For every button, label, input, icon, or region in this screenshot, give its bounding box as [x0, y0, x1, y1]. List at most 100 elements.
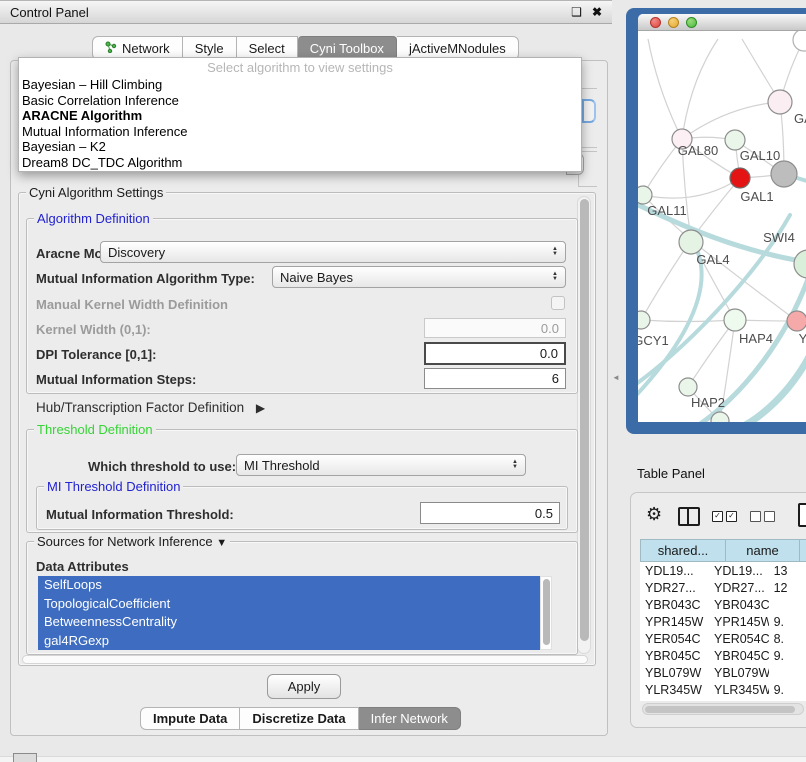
list-scrollbar-track[interactable] — [540, 576, 552, 650]
mi-algorithm-type-combobox[interactable]: Naive Bayes ▲▼ — [272, 266, 566, 288]
sources-group-title[interactable]: Sources for Network Inference ▼ — [34, 534, 230, 549]
stepper-arrows-icon: ▲▼ — [552, 247, 558, 257]
table-row[interactable]: YPR145WYPR145W9. — [640, 613, 806, 630]
cell: YDL19... — [640, 564, 709, 578]
network-node-gal1[interactable] — [730, 168, 750, 188]
dropdown-item[interactable]: Bayesian – Hill Climbing — [22, 77, 578, 93]
dropdown-item[interactable]: Dream8 DC_TDC Algorithm — [22, 155, 578, 171]
cell: 13 — [769, 564, 806, 578]
cell: YIL053C — [640, 700, 709, 702]
select-all-checkboxes-icon[interactable]: ✓✓ — [712, 511, 737, 522]
bottom-left-panel-button[interactable] — [13, 753, 37, 762]
apply-button[interactable]: Apply — [267, 674, 341, 699]
list-item[interactable]: SelfLoops — [38, 576, 540, 595]
node-label: GAL80 — [678, 143, 718, 158]
maximize-traffic-light[interactable] — [686, 17, 697, 28]
column-header-shared-name[interactable]: shared... — [640, 539, 726, 562]
network-node-salmon[interactable] — [787, 311, 806, 331]
cell: YBR043C — [709, 598, 769, 612]
dropdown-item-selected[interactable]: ARACNE Algorithm — [22, 108, 578, 124]
network-node-swi4[interactable] — [794, 250, 806, 278]
node-label: HAP2 — [691, 395, 725, 410]
table-panel-title: Table Panel — [637, 466, 705, 481]
sources-title-text: Sources for Network Inference — [37, 534, 213, 549]
close-traffic-light[interactable] — [650, 17, 661, 28]
column-header-name[interactable]: name — [726, 539, 800, 562]
cell: YBL079W — [709, 666, 769, 680]
which-threshold-combobox[interactable]: MI Threshold ▲▼ — [236, 454, 526, 476]
application-root: Control Panel ❑ ✖ Network Style Select — [0, 0, 806, 762]
deselect-all-checkboxes-icon[interactable] — [750, 511, 775, 522]
table-row[interactable]: YBR045CYBR045C9. — [640, 647, 806, 664]
cell: 9. — [769, 615, 806, 629]
network-node-gal4[interactable] — [679, 230, 703, 254]
list-scrollbar-thumb[interactable] — [543, 579, 550, 645]
network-window-titlebar[interactable] — [638, 14, 806, 31]
table-row[interactable]: YDL19...YDL19...13 — [640, 562, 806, 579]
table-hscrollbar-track[interactable] — [642, 703, 804, 715]
tab-label: Impute Data — [153, 711, 227, 726]
tab-discretize-data[interactable]: Discretize Data — [240, 707, 358, 730]
table-row[interactable]: YDR27...YDR27...12 — [640, 579, 806, 596]
cell: YER054C — [640, 632, 709, 646]
mi-steps-field[interactable]: 6 — [424, 368, 566, 389]
gear-icon[interactable]: ⚙ — [646, 504, 662, 525]
page-icon[interactable] — [798, 503, 806, 527]
aracne-mode-combobox[interactable]: Discovery ▲▼ — [100, 241, 566, 263]
table-row[interactable]: YBR043CYBR043C — [640, 596, 806, 613]
network-node-gcy1[interactable] — [638, 311, 650, 329]
dropdown-item[interactable]: Mutual Information Inference — [22, 124, 578, 140]
list-item[interactable]: BetweennessCentrality — [38, 613, 540, 632]
cell: YPR145W — [640, 615, 709, 629]
network-node-gal10[interactable] — [725, 130, 745, 150]
node-label: GAL1 — [740, 189, 773, 204]
float-window-icon[interactable]: ❑ — [571, 5, 582, 19]
list-item[interactable]: gal4RGexp — [38, 632, 540, 651]
node-label: GCY1 — [638, 333, 669, 348]
table-header-row: shared... name — [640, 539, 806, 562]
hub-definition-label: Hub/Transcription Factor Definition — [36, 400, 244, 415]
column-header-clipped[interactable] — [800, 539, 806, 562]
dropdown-item[interactable]: Basic Correlation Inference — [22, 93, 578, 109]
minimize-traffic-light[interactable] — [668, 17, 679, 28]
table-hscrollbar-thumb[interactable] — [645, 706, 795, 713]
dropdown-item[interactable]: Bayesian – K2 — [22, 139, 578, 155]
cell: YLR345W — [709, 683, 769, 697]
settings-scrollbar-track[interactable] — [577, 196, 591, 654]
splitter-handle[interactable]: ◄ — [612, 374, 617, 382]
network-node[interactable] — [793, 31, 806, 51]
cell: YBR045C — [640, 649, 709, 663]
threshold-definition-title: Threshold Definition — [34, 422, 156, 437]
network-node-gray[interactable] — [771, 161, 797, 187]
manual-kernel-width-checkbox[interactable] — [551, 296, 565, 310]
tab-impute-data[interactable]: Impute Data — [140, 707, 240, 730]
field-value: 0.0 — [540, 346, 558, 361]
table-row[interactable]: YBL079WYBL079W — [640, 664, 806, 681]
mi-threshold-definition-title: MI Threshold Definition — [44, 479, 183, 494]
network-node[interactable] — [768, 90, 792, 114]
kernel-width-field[interactable]: 0.0 — [424, 318, 566, 338]
dpi-tolerance-field[interactable]: 0.0 — [424, 342, 566, 365]
columns-icon[interactable] — [678, 507, 700, 526]
network-node-gal11[interactable] — [638, 186, 652, 204]
cell: YLR345W — [640, 683, 709, 697]
data-attributes-list[interactable]: SelfLoops TopologicalCoefficient Between… — [38, 576, 540, 650]
table-row[interactable]: YER054CYER054C8. — [640, 630, 806, 647]
network-canvas[interactable]: GAL80 GAL10 GAL1 GAL11 GAL4 SWI4 GCY1 HA… — [638, 31, 806, 422]
network-node-hap4[interactable] — [724, 309, 746, 331]
cell: YDR27... — [709, 581, 769, 595]
mi-threshold-field[interactable]: 0.5 — [420, 502, 560, 524]
cell: YBR043C — [640, 598, 709, 612]
network-tab-icon — [105, 41, 117, 56]
settings-scrollbar-thumb[interactable] — [580, 199, 589, 641]
hub-definition-expander[interactable]: Hub/Transcription Factor Definition ▶ — [36, 400, 265, 415]
list-item[interactable]: TopologicalCoefficient — [38, 595, 540, 614]
tab-infer-network[interactable]: Infer Network — [359, 707, 461, 730]
table-row[interactable]: YLR345WYLR345W9. — [640, 681, 806, 698]
dpi-tolerance-label: DPI Tolerance [0,1]: — [36, 347, 156, 362]
node-label: GAL — [794, 111, 806, 126]
settings-hscrollbar[interactable] — [22, 655, 588, 664]
table-row[interactable]: YIL053CYIL053C0. — [640, 698, 806, 701]
close-window-icon[interactable]: ✖ — [592, 5, 602, 19]
network-node-hap2[interactable] — [679, 378, 697, 396]
